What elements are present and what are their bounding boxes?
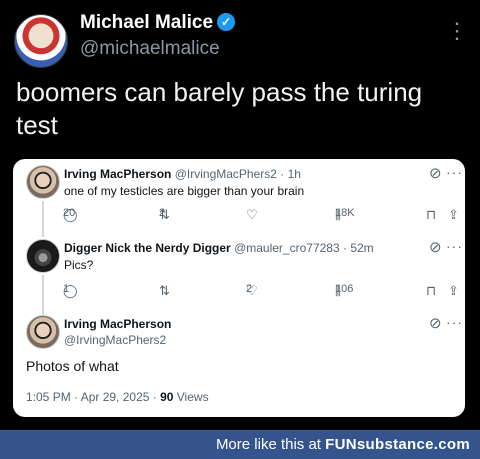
share-icon[interactable]: ⇪ — [448, 283, 459, 299]
avatar[interactable] — [26, 239, 60, 273]
author-name-text: Michael Malice — [80, 12, 214, 33]
more-options-icon[interactable]: ··· — [446, 238, 463, 254]
author-name[interactable]: Michael Malice ✓ — [80, 12, 236, 34]
grok-icon[interactable]: ⊘ — [429, 164, 442, 182]
reply-time[interactable]: 52m — [350, 241, 373, 255]
reply-time[interactable]: 1h — [288, 167, 301, 181]
verified-badge-icon: ✓ — [217, 13, 236, 31]
footer-text[interactable]: More like this at FUNsubstance.com — [216, 436, 470, 453]
avatar[interactable] — [26, 315, 60, 349]
reply-author-name[interactable]: Digger Nick the Nerdy Digger — [64, 241, 231, 255]
views-count: 90 — [160, 390, 174, 404]
reply-author-handle[interactable]: @mauler_cro77283 — [234, 241, 340, 255]
more-options-icon[interactable]: ··· — [446, 164, 463, 180]
share-icon[interactable]: ⇪ — [448, 207, 459, 223]
footer-brand: FUNsubstance.com — [325, 436, 470, 453]
reply-author-handle[interactable]: @IrvingMacPhers2 — [175, 167, 277, 181]
tweet-text: boomers can barely pass the turing test — [16, 77, 423, 140]
main-author-handle[interactable]: @IrvingMacPhers2 — [64, 333, 166, 347]
main-tweet-timestamp: 1:05 PM · Apr 29, 2025 · 90 Views — [26, 390, 209, 404]
main-tweet-text: Photos of what — [26, 358, 119, 374]
reply-author-name[interactable]: Irving MacPherson — [64, 167, 171, 181]
quoted-thread-card: Irving MacPherson @IrvingMacPhers2 · 1h … — [13, 159, 465, 417]
reply-text: one of my testicles are bigger than your… — [64, 184, 305, 198]
author-handle[interactable]: @michaelmalice — [80, 38, 220, 60]
footer-bar: More like this at FUNsubstance.com — [0, 430, 480, 459]
reply-text: Pics? — [64, 258, 94, 272]
avatar[interactable] — [14, 14, 68, 68]
more-options-icon[interactable]: ··· — [446, 314, 463, 330]
action-bar: ◯ 1 ⇅ ♡ 2 ⫼ 106 ⊓ ⇪ — [63, 283, 459, 299]
main-author-name: Irving MacPherson — [64, 317, 172, 331]
reply-header: Digger Nick the Nerdy Digger @mauler_cro… — [64, 241, 374, 255]
bookmark-icon[interactable]: ⊓ — [426, 283, 436, 299]
heart-icon: ♡ — [246, 207, 258, 222]
avatar[interactable] — [26, 165, 60, 199]
grok-icon[interactable]: ⊘ — [429, 314, 442, 332]
bookmark-icon[interactable]: ⊓ — [426, 207, 436, 223]
grok-icon[interactable]: ⊘ — [429, 238, 442, 256]
reply-header: Irving MacPherson @IrvingMacPhers2 · 1h — [64, 167, 301, 181]
action-bar: ◯ 20 ⇅ 2 ♡ ⫼ 18K ⊓ ⇪ — [63, 207, 459, 223]
retweet-icon: ⇅ — [159, 283, 170, 298]
more-options-icon[interactable]: ⋮ — [446, 18, 469, 44]
